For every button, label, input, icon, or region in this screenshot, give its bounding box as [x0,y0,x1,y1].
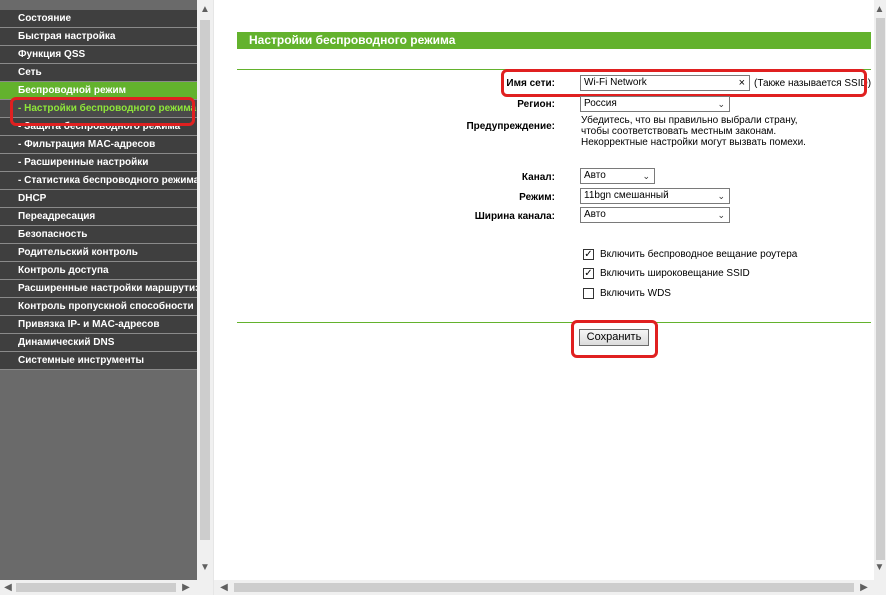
ssid-broadcast-checkbox[interactable]: ✓ [583,268,594,279]
highlight-ssid-row [501,69,867,97]
ssid-broadcast-label: Включить широковещание SSID [600,268,750,279]
region-select[interactable]: Россия ⌄ [580,96,730,112]
wireless-broadcast-checkbox[interactable]: ✓ [583,249,594,260]
chevron-down-icon: ⌄ [717,99,725,109]
scroll-down-icon[interactable]: ▼ [873,560,886,576]
scroll-right-icon[interactable]: ▶ [856,580,872,595]
sidebar-item[interactable]: Быстрая настройка [0,28,197,46]
chevron-down-icon: ⌄ [717,191,725,201]
sidebar-item[interactable]: Расширенные настройки маршрутизации [0,280,197,298]
scroll-left-icon[interactable]: ◀ [0,580,16,595]
region-label: Регион: [517,99,555,110]
page-title: Настройки беспроводного режима [237,32,871,49]
channel-width-value: Авто [584,209,606,220]
channel-value: Авто [584,170,606,181]
sidebar-item[interactable]: Привязка IP- и MAC-адресов [0,316,197,334]
left-vertical-scrollbar[interactable]: ▲ ▼ [197,0,213,580]
region-value: Россия [584,98,617,109]
sidebar-item[interactable]: - Статистика беспроводного режима [0,172,197,190]
scroll-thumb[interactable] [234,583,854,592]
scroll-down-icon[interactable]: ▼ [197,560,213,576]
highlight-sidebar-item [10,97,195,126]
sidebar-item[interactable]: Сеть [0,64,197,82]
scroll-right-icon[interactable]: ▶ [178,580,194,595]
channel-select[interactable]: Авто ⌄ [580,168,655,184]
wds-label: Включить WDS [600,288,671,299]
left-horizontal-scrollbar[interactable]: ◀ ▶ [0,580,213,595]
mode-label: Режим: [519,192,555,203]
mode-select[interactable]: 11bgn смешанный ⌄ [580,188,730,204]
sidebar-item[interactable]: Переадресация [0,208,197,226]
scroll-left-icon[interactable]: ◀ [216,580,232,595]
sidebar-item[interactable]: - Фильтрация MAC-адресов [0,136,197,154]
sidebar: Состояние Быстрая настройка Функция QSS Сет… [0,0,197,580]
browser-viewport: Состояние Быстрая настройка Функция QSS Сет… [0,0,886,595]
highlight-save-button [571,320,658,358]
scroll-up-icon[interactable]: ▲ [873,2,886,18]
chevron-down-icon: ⌄ [642,171,650,181]
sidebar-item[interactable]: Функция QSS [0,46,197,64]
wds-checkbox[interactable] [583,288,594,299]
sidebar-item[interactable]: Безопасность [0,226,197,244]
mode-value: 11bgn смешанный [584,190,669,201]
sidebar-item[interactable]: Родительский контроль [0,244,197,262]
settings-content: Настройки беспроводного режима Имя сети:… [214,0,874,580]
sidebar-item[interactable]: Контроль пропускной способности [0,298,197,316]
bottom-divider [237,322,871,323]
scroll-thumb[interactable] [16,583,176,592]
sidebar-item[interactable]: Контроль доступа [0,262,197,280]
warning-line-3: Некорректные настройки могут вызвать пом… [581,137,806,148]
right-horizontal-scrollbar[interactable]: ◀ ▶ [214,580,886,595]
scroll-thumb[interactable] [200,20,210,540]
sidebar-menu: Состояние Быстрая настройка Функция QSS Сет… [0,10,197,370]
sidebar-item[interactable]: - Расширенные настройки [0,154,197,172]
right-frame: Настройки беспроводного режима Имя сети:… [213,0,886,595]
scroll-up-icon[interactable]: ▲ [197,2,213,18]
right-vertical-scrollbar[interactable]: ▲ ▼ [874,0,886,580]
warning-line-1: Убедитесь, что вы правильно выбрали стра… [581,115,798,126]
left-frame: Состояние Быстрая настройка Функция QSS Сет… [0,0,213,595]
sidebar-item[interactable]: Системные инструменты [0,352,197,370]
sidebar-item[interactable]: DHCP [0,190,197,208]
sidebar-item[interactable]: Состояние [0,10,197,28]
channel-label: Канал: [521,172,555,183]
scroll-thumb[interactable] [876,18,885,560]
channel-width-select[interactable]: Авто ⌄ [580,207,730,223]
channel-width-label: Ширина канала: [474,211,555,222]
chevron-down-icon: ⌄ [717,210,725,220]
wireless-broadcast-label: Включить беспроводное вещание роутера [600,249,798,260]
warning-line-2: чтобы соответствовать местным законам. [581,126,777,137]
warning-label: Предупреждение: [466,121,555,132]
sidebar-item[interactable]: Динамический DNS [0,334,197,352]
